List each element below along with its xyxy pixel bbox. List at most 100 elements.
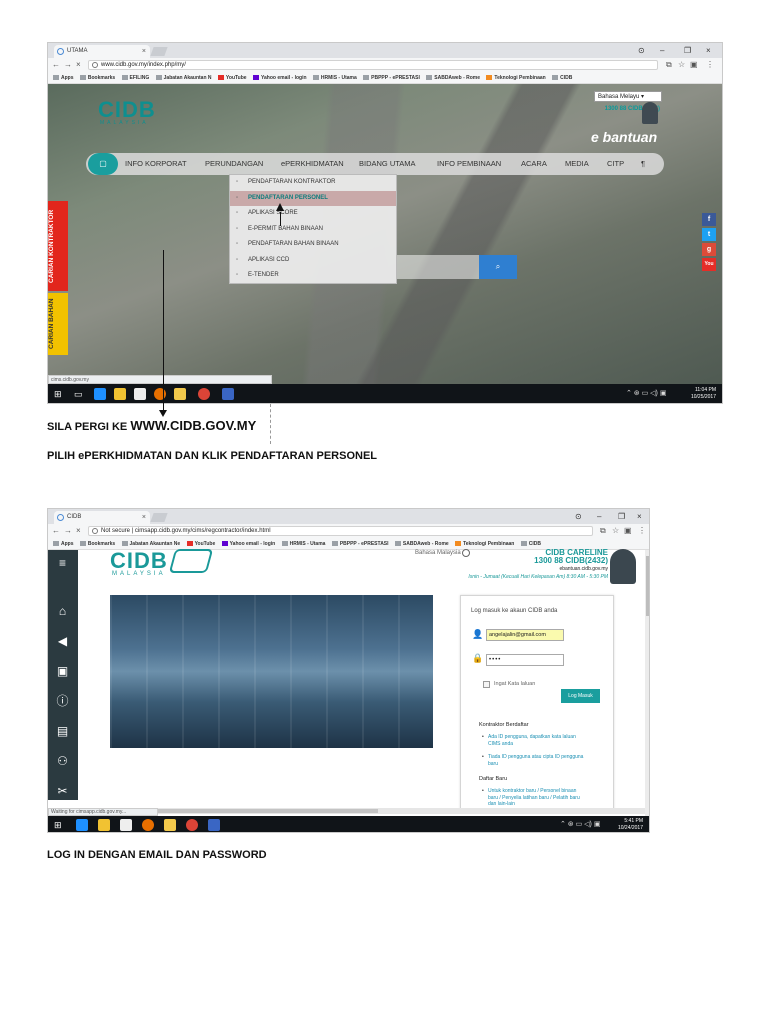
menu-icon[interactable]: ⋮: [706, 59, 714, 71]
browser-tab[interactable]: CIDB ×: [54, 511, 150, 524]
hamburger-menu-icon[interactable]: ≡: [55, 556, 70, 571]
home-button[interactable]: ▢: [88, 153, 118, 175]
language-select[interactable]: Bahasa Melayu ▾: [594, 91, 662, 102]
bookmark-item[interactable]: Apps: [53, 538, 74, 549]
dropdown-item[interactable]: PENDAFTARAN KONTRAKTOR: [230, 175, 396, 191]
bookmark-item[interactable]: HRMIS - Utama: [312, 72, 357, 83]
firefox-icon[interactable]: [154, 388, 166, 400]
bookmark-item[interactable]: YouTube: [217, 72, 247, 83]
home-icon[interactable]: ⌂: [55, 604, 70, 619]
info-icon[interactable]: ⓘ: [55, 694, 70, 709]
facebook-icon[interactable]: f: [702, 213, 716, 226]
bookmark-item[interactable]: Yahoo email - login: [252, 72, 307, 83]
file-explorer-icon[interactable]: [98, 819, 110, 831]
bookmark-item[interactable]: Apps: [53, 72, 74, 83]
url-input[interactable]: www.cidb.gov.my/index.php/my/: [88, 60, 658, 70]
bookmark-item[interactable]: SABDAweb - Rome: [426, 72, 480, 83]
browser-tab[interactable]: UTAMA ×: [54, 45, 150, 58]
language-link[interactable]: Bahasa Malaysia: [415, 550, 461, 556]
url-input[interactable]: Not secure | cimsapp.cidb.gov.my/cims/re…: [88, 526, 593, 536]
close-window-icon[interactable]: ×: [706, 43, 711, 58]
translate-icon[interactable]: ⧉: [666, 59, 672, 71]
nav-bidang-utama[interactable]: BIDANG UTAMA: [359, 153, 416, 175]
tools-icon[interactable]: ✂: [55, 784, 70, 799]
ebantuan-link[interactable]: e bantuan: [591, 129, 657, 145]
bookmark-item[interactable]: HRMIS - Utama: [281, 538, 325, 549]
new-tab-button[interactable]: [150, 47, 168, 56]
dropdown-item[interactable]: E-TENDER: [230, 268, 396, 284]
bookmark-item[interactable]: Yahoo email - login: [221, 538, 275, 549]
search-button[interactable]: ⌕: [479, 255, 517, 279]
extension-icon[interactable]: ▣: [690, 59, 698, 71]
translate-icon[interactable]: ⧉: [600, 525, 606, 537]
dropdown-item[interactable]: APLIKASI SCORE: [230, 206, 396, 222]
youtube-icon[interactable]: You: [702, 258, 716, 271]
dropdown-item[interactable]: PENDAFTARAN BAHAN BINAAN: [230, 237, 396, 253]
bookmark-item[interactable]: CIDB: [552, 72, 572, 83]
nav-eperkhidmatan[interactable]: ePERKHIDMATAN: [281, 153, 344, 175]
horizontal-scrollbar[interactable]: [78, 808, 645, 814]
bookmark-item[interactable]: PBPPP - ePRESTASI: [363, 72, 420, 83]
extension-icon[interactable]: ▣: [624, 525, 632, 537]
bookmark-item[interactable]: PBPPP - ePRESTASI: [331, 538, 389, 549]
back-icon[interactable]: ←: [52, 59, 60, 71]
stop-icon[interactable]: ×: [76, 525, 81, 537]
network-icon[interactable]: ⚇: [55, 754, 70, 769]
bookmark-item[interactable]: Bookmarks: [79, 72, 115, 83]
minimize-icon[interactable]: –: [660, 43, 664, 58]
remember-checkbox[interactable]: [483, 681, 490, 688]
password-field[interactable]: ••••: [486, 654, 564, 666]
bookmark-item[interactable]: Teknologi Pembinaan: [486, 72, 546, 83]
word-icon[interactable]: [222, 388, 234, 400]
nav-more-icon[interactable]: ¶: [641, 153, 645, 175]
email-field[interactable]: angelajalin@gmail.com: [486, 629, 564, 641]
dropdown-item-pendaftaran-personel[interactable]: PENDAFTARAN PERSONEL: [230, 190, 396, 206]
calendar-icon[interactable]: ▣: [55, 664, 70, 679]
vertical-scrollbar[interactable]: [645, 550, 649, 816]
list-item[interactable]: Tiada ID pengguna atau cipta ID pengguna…: [482, 754, 586, 767]
bookmark-star-icon[interactable]: ☆: [612, 525, 619, 537]
firefox-icon[interactable]: [142, 819, 154, 831]
stop-icon[interactable]: ×: [76, 59, 81, 71]
nav-acara[interactable]: ACARA: [521, 153, 547, 175]
app-icon[interactable]: [164, 819, 176, 831]
announcement-icon[interactable]: ◀: [55, 634, 70, 649]
bookmark-item[interactable]: SABDAweb - Rome: [394, 538, 449, 549]
close-window-icon[interactable]: ×: [637, 509, 642, 524]
login-button[interactable]: Log Masuk: [561, 689, 600, 703]
word-icon[interactable]: [208, 819, 220, 831]
list-item[interactable]: Untuk kontraktor baru / Personel binaan …: [482, 788, 586, 808]
scrollbar-thumb[interactable]: [646, 556, 649, 616]
gallery-icon[interactable]: ▤: [55, 724, 70, 739]
restore-icon[interactable]: ❐: [684, 43, 691, 58]
forward-icon[interactable]: →: [64, 59, 72, 71]
dropdown-item[interactable]: E-PERMIT BAHAN BINAAN: [230, 222, 396, 238]
bookmark-item[interactable]: EFILING: [121, 72, 149, 83]
googleplus-icon[interactable]: g: [702, 243, 716, 256]
back-icon[interactable]: ←: [52, 525, 60, 537]
bookmark-star-icon[interactable]: ☆: [678, 59, 685, 71]
forward-icon[interactable]: →: [64, 525, 72, 537]
edge-icon[interactable]: [76, 819, 88, 831]
app-icon[interactable]: [174, 388, 186, 400]
close-tab-icon[interactable]: ×: [142, 511, 146, 524]
list-item[interactable]: Ada ID pengguna, dapatkan kata laluan CI…: [482, 734, 586, 747]
dropdown-item[interactable]: APLIKASI CCD: [230, 253, 396, 269]
store-icon[interactable]: [134, 388, 146, 400]
new-tab-button[interactable]: [150, 513, 168, 522]
chrome-icon[interactable]: [198, 388, 210, 400]
profile-icon[interactable]: ⊙: [575, 509, 582, 524]
carian-bahan-tab[interactable]: CARIAN BAHAN: [48, 293, 68, 355]
windows-start-icon[interactable]: ⊞: [54, 388, 66, 400]
nav-info-pembinaan[interactable]: INFO PEMBINAAN: [437, 153, 501, 175]
windows-start-icon[interactable]: ⊞: [54, 819, 66, 831]
carian-kontraktor-tab[interactable]: CARIAN KONTRAKTOR: [48, 201, 68, 291]
twitter-icon[interactable]: t: [702, 228, 716, 241]
file-explorer-icon[interactable]: [114, 388, 126, 400]
chrome-icon[interactable]: [186, 819, 198, 831]
restore-icon[interactable]: ❐: [618, 509, 625, 524]
task-view-icon[interactable]: ▭: [74, 388, 86, 400]
system-tray-icons[interactable]: ⌃ ⊛ ▭ ◁) ▣: [560, 820, 600, 828]
edge-icon[interactable]: [94, 388, 106, 400]
nav-perundangan[interactable]: PERUNDANGAN: [205, 153, 263, 175]
